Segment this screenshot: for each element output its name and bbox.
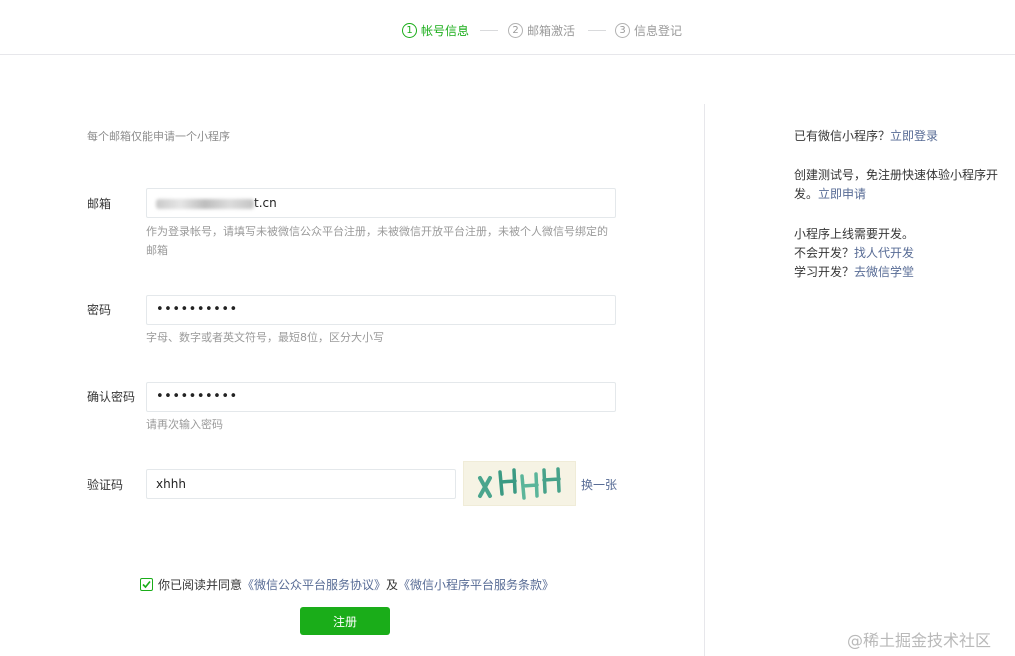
miniprogram-terms-link[interactable]: 《微信小程序平台服务条款》 (398, 576, 554, 593)
side-dev-line1: 小程序上线需要开发。 (794, 227, 915, 241)
refresh-captcha-link[interactable]: 换一张 (581, 476, 617, 493)
side-test-account: 创建测试号，免注册快速体验小程序开发。立即申请 (794, 166, 1004, 204)
side-dev-line2-text: 不会开发？ (794, 246, 855, 260)
agreement-checkbox[interactable] (140, 577, 153, 591)
email-blurred-part (156, 198, 254, 209)
login-link[interactable]: 立即登录 (890, 129, 938, 143)
agreement-and: 及 (386, 577, 399, 592)
checkmark-icon (142, 580, 151, 588)
password-field[interactable]: •••••••••• (146, 295, 616, 325)
form-tip: 每个邮箱仅能申请一个小程序 (87, 130, 230, 143)
step-label: 邮箱激活 (527, 23, 576, 38)
captcha-image[interactable] (463, 461, 576, 506)
captcha-glyphs (477, 466, 561, 500)
confirm-password-label: 确认密码 (87, 390, 136, 404)
register-button[interactable]: 注册 (300, 607, 390, 635)
agreement-prefix: 你已阅读并同意 (158, 577, 243, 592)
email-label: 邮箱 (87, 197, 112, 211)
step-info-registration: 3 信息登记 (615, 21, 682, 39)
confirm-password-field[interactable]: •••••••••• (146, 382, 616, 412)
step-label: 信息登记 (634, 23, 683, 38)
side-dev: 小程序上线需要开发。 不会开发？找人代开发 学习开发？去微信学堂 (794, 225, 1004, 282)
step-number: 1 (402, 22, 417, 38)
step-connector (480, 30, 498, 31)
captcha-label: 验证码 (87, 478, 124, 492)
side-login: 已有微信小程序？立即登录 (794, 127, 1004, 146)
side-dev-line3: 学习开发？去微信学堂 (794, 263, 1004, 282)
side-dev-line2: 不会开发？找人代开发 (794, 244, 1004, 263)
apply-test-account-link[interactable]: 立即申请 (818, 187, 866, 201)
find-developer-link[interactable]: 找人代开发 (854, 246, 914, 260)
email-field[interactable]: t.cn (146, 188, 616, 218)
registration-stepper: 1 帐号信息 2 邮箱激活 3 信息登记 (0, 0, 1015, 55)
step-account-info: 1 帐号信息 (402, 21, 469, 39)
wechat-academy-link[interactable]: 去微信学堂 (854, 265, 914, 279)
step-number: 2 (508, 22, 523, 38)
confirm-password-hint: 请再次输入密码 (146, 418, 223, 431)
email-value: t.cn (254, 196, 277, 210)
captcha-field[interactable]: xhhh (146, 469, 456, 499)
service-agreement-link[interactable]: 《微信公众平台服务协议》 (242, 576, 386, 593)
vertical-divider (704, 104, 705, 656)
watermark: @稀土掘金技术社区 (847, 631, 992, 650)
side-dev-line3-text: 学习开发？ (794, 265, 855, 279)
side-login-text: 已有微信小程序？ (794, 129, 891, 143)
step-label: 帐号信息 (421, 23, 470, 38)
email-hint: 作为登录帐号，请填写未被微信公众平台注册，未被微信开放平台注册，未被个人微信号绑… (146, 225, 608, 257)
step-number: 3 (615, 22, 630, 38)
password-label: 密码 (87, 303, 112, 317)
agreement-row: 你已阅读并同意 《微信公众平台服务协议》 及 《微信小程序平台服务条款》 (140, 576, 554, 592)
step-email-activation: 2 邮箱激活 (508, 21, 575, 39)
password-hint: 字母、数字或者英文符号，最短8位，区分大小写 (146, 331, 384, 344)
step-connector (588, 30, 606, 31)
